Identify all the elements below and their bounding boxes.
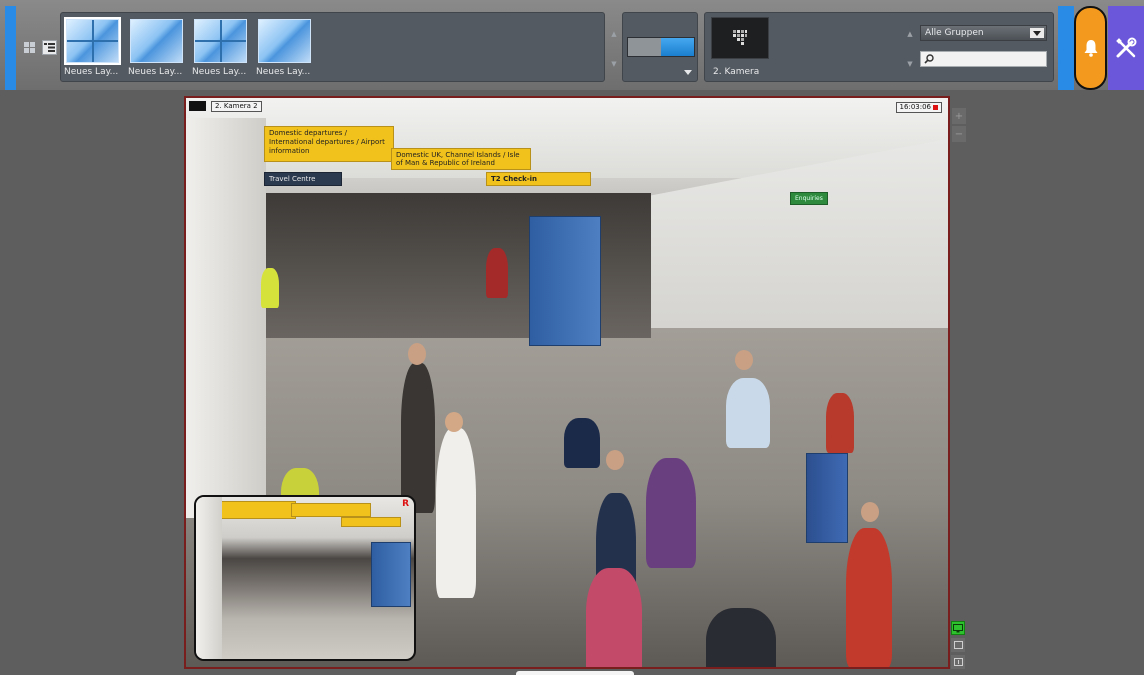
pip-record-label: R bbox=[402, 499, 409, 509]
mode-on-segment[interactable] bbox=[661, 38, 694, 56]
zoom-in-button[interactable]: + bbox=[952, 108, 966, 124]
camera-timestamp: 16:03:06 bbox=[895, 102, 942, 113]
layout-item[interactable]: Neues Lay... bbox=[256, 17, 314, 79]
person bbox=[706, 608, 776, 667]
layout-item[interactable]: Neues Lay... bbox=[64, 17, 122, 79]
cameras-panel: 2. Kamera ▲ ▼ Alle Gruppen bbox=[704, 12, 1054, 82]
zoom-out-button[interactable]: − bbox=[952, 126, 966, 142]
person bbox=[726, 378, 770, 448]
person bbox=[261, 268, 279, 308]
scroll-down-icon[interactable]: ▼ bbox=[609, 59, 619, 69]
grid-icon bbox=[24, 42, 35, 53]
layout-thumbnail bbox=[130, 19, 183, 63]
list-icon bbox=[44, 43, 55, 52]
window-button[interactable] bbox=[951, 638, 965, 652]
person-head bbox=[408, 343, 426, 365]
person bbox=[401, 363, 435, 513]
grid-view-button[interactable] bbox=[22, 40, 37, 55]
export-icon bbox=[953, 658, 963, 666]
wrench-screwdriver-icon bbox=[1116, 37, 1137, 58]
export-button[interactable] bbox=[951, 655, 965, 669]
view-mode-panel bbox=[622, 12, 698, 82]
pip-sign bbox=[291, 503, 371, 517]
bell-icon bbox=[1084, 40, 1097, 57]
pip-kiosk bbox=[371, 542, 411, 607]
view-mode-toggle[interactable] bbox=[627, 37, 695, 57]
scene-wall bbox=[186, 118, 266, 518]
layout-label: Neues Lay... bbox=[192, 67, 247, 77]
person-head bbox=[606, 450, 624, 470]
window-icon bbox=[953, 641, 963, 649]
camera-search-input[interactable] bbox=[920, 51, 1047, 67]
person-head bbox=[861, 502, 879, 522]
info-kiosk bbox=[529, 216, 601, 346]
record-indicator-icon bbox=[933, 105, 938, 110]
camera-name-label: 2. Kamera 2 bbox=[211, 100, 262, 112]
person bbox=[846, 528, 892, 667]
scroll-up-icon[interactable]: ▲ bbox=[609, 29, 619, 39]
picture-in-picture-preview[interactable]: R bbox=[194, 495, 416, 661]
layout-label: Neues Lay... bbox=[128, 67, 183, 77]
layout-item[interactable]: Neues Lay... bbox=[192, 17, 250, 79]
search-icon bbox=[924, 54, 934, 64]
info-kiosk bbox=[806, 453, 848, 543]
monitor-button[interactable] bbox=[951, 621, 965, 635]
person bbox=[486, 248, 508, 298]
layout-thumbnail bbox=[194, 19, 247, 63]
layout-thumbnail bbox=[258, 19, 311, 63]
departures-sign: Domestic departures / International depa… bbox=[264, 126, 394, 162]
group-select[interactable]: Alle Gruppen bbox=[920, 25, 1047, 41]
list-view-button[interactable] bbox=[42, 40, 57, 55]
person bbox=[564, 418, 600, 468]
layout-label: Neues Lay... bbox=[64, 67, 119, 77]
top-toolbar: Neues Lay... Neues Lay... Neues Lay... N… bbox=[0, 0, 1144, 90]
travel-centre-sign: Travel Centre bbox=[264, 172, 342, 186]
camera-icon bbox=[733, 30, 747, 45]
monitor-icon bbox=[953, 623, 963, 632]
person bbox=[646, 458, 696, 568]
left-accent-bar bbox=[5, 6, 16, 90]
group-select-value: Alle Gruppen bbox=[925, 28, 984, 38]
pip-sign bbox=[216, 501, 296, 519]
domestic-sign: Domestic UK, Channel Islands / Isle of M… bbox=[391, 148, 531, 170]
pip-sign bbox=[341, 517, 401, 527]
pip-wall bbox=[196, 497, 222, 659]
layout-label: Neues Lay... bbox=[256, 67, 311, 77]
enquiries-sign: Enquiries bbox=[790, 192, 828, 205]
scroll-up-icon[interactable]: ▲ bbox=[905, 29, 915, 39]
settings-button[interactable] bbox=[1108, 6, 1144, 90]
alarm-button[interactable] bbox=[1074, 6, 1107, 90]
camera-icon bbox=[188, 100, 207, 112]
chevron-down-icon[interactable] bbox=[684, 70, 692, 75]
layout-item[interactable]: Neues Lay... bbox=[128, 17, 186, 79]
checkin-sign: T2 Check-in bbox=[486, 172, 591, 186]
timestamp-text: 16:03:06 bbox=[899, 103, 931, 111]
person bbox=[436, 428, 476, 598]
person-head bbox=[735, 350, 753, 370]
mode-off-segment[interactable] bbox=[628, 38, 661, 56]
person-head bbox=[445, 412, 463, 432]
scroll-down-icon[interactable]: ▼ bbox=[905, 59, 915, 69]
layouts-panel: Neues Lay... Neues Lay... Neues Lay... N… bbox=[60, 12, 617, 82]
layout-thumbnail bbox=[64, 17, 121, 65]
chevron-down-icon[interactable] bbox=[1030, 28, 1044, 38]
person bbox=[826, 393, 854, 453]
camera-thumbnail-label: 2. Kamera bbox=[713, 67, 760, 77]
bottom-panel-handle[interactable] bbox=[516, 671, 634, 675]
person bbox=[586, 568, 642, 667]
camera-thumbnail[interactable] bbox=[711, 17, 769, 59]
right-accent-bar bbox=[1058, 6, 1074, 90]
camera-title-bar: 2. Kamera 2 bbox=[186, 98, 262, 114]
zoom-controls: + − bbox=[952, 108, 966, 144]
